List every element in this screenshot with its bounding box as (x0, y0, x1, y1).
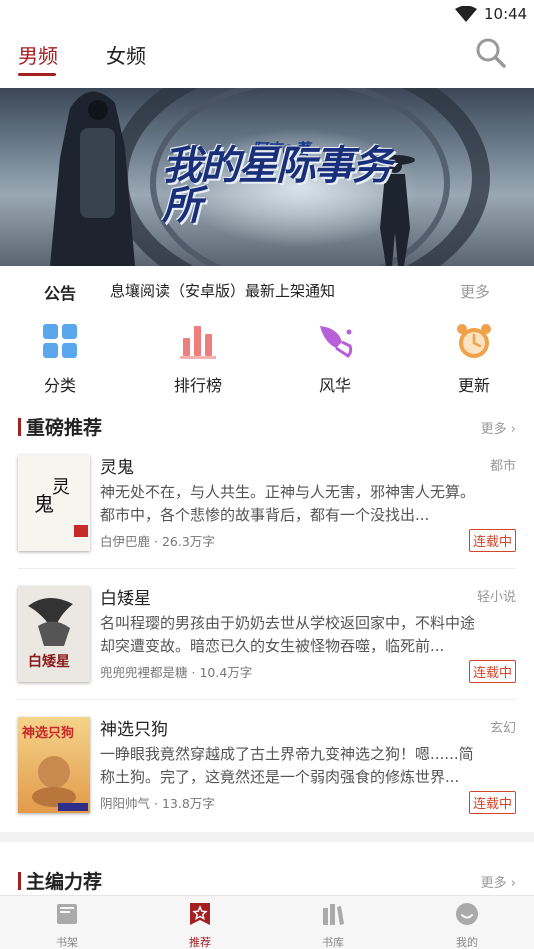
divider (18, 568, 516, 569)
banner-title: 我的星际事务所 (162, 143, 392, 229)
profile-face-icon (456, 903, 478, 925)
book-meta: 阴阳帅气 · 13.8万字 (100, 796, 215, 811)
bottom-nav-profile[interactable]: 我的 (427, 902, 507, 949)
section-title: 重磅推荐 (26, 417, 103, 439)
search-icon[interactable] (474, 36, 508, 70)
bottom-nav: 书架 推荐 书库 我的 (0, 895, 534, 949)
svg-text:灵: 灵 (52, 477, 70, 498)
section-more-link[interactable]: 更多 › (481, 872, 516, 891)
book-item[interactable]: 灵 鬼 灵鬼 都市 神无处不在，与人共生。正神与人无害，邪神害人无算。都市中，各… (0, 455, 534, 585)
section-more-link[interactable]: 更多 › (481, 418, 516, 437)
book-genre: 都市 (489, 459, 516, 474)
quick-nav: 分类 排行榜 风华 更新 (0, 320, 534, 400)
notice-more-link[interactable]: 更多 (460, 281, 490, 302)
status-badge: 连载中 (468, 660, 516, 683)
book-item[interactable]: 神选只狗 神选只狗 玄幻 一睁眼我竟然穿越成了古土界帝九变神选之狗！嗯.....… (0, 717, 534, 847)
divider (18, 699, 516, 700)
tab-female[interactable]: 女频 (106, 40, 146, 69)
bottom-nav-label: 我的 (456, 936, 478, 949)
bottom-nav-bookshelf[interactable]: 书架 (27, 902, 107, 949)
bottom-nav-label: 书架 (56, 936, 78, 949)
book-meta: 兜兜兜裡都是糖 · 10.4万字 (100, 665, 253, 680)
book-cover[interactable]: 灵 鬼 (18, 455, 90, 551)
quick-nav-fenghua[interactable]: 风华 (290, 320, 380, 396)
quick-nav-category[interactable]: 分类 (15, 320, 105, 396)
ranking-bars-icon (180, 326, 216, 359)
quick-nav-label: 风华 (318, 376, 351, 395)
alarm-clock-icon (457, 324, 491, 358)
banner-hooded-figure (50, 91, 135, 266)
book-item[interactable]: 白矮星 白矮星 轻小说 名叫程璎的男孩由于奶奶去世从学校返回家中，不料中途却突遭… (0, 586, 534, 716)
book-cover[interactable]: 白矮星 (18, 586, 90, 682)
quick-nav-update[interactable]: 更新 (429, 320, 519, 396)
tab-male[interactable]: 男频 (18, 40, 58, 69)
notice-text[interactable]: 息壤阅读（安卓版）最新上架通知 (110, 280, 335, 301)
promo-banner[interactable]: 阿吉◎著 我的星际事务所 (0, 88, 534, 266)
book-description: 神无处不在，与人共生。正神与人无害，邪神害人无算。都市中，各个悲惨的故事背后，都… (100, 483, 476, 524)
notice-bar[interactable]: 公告 息壤阅读（安卓版）最新上架通知 更多 (0, 270, 534, 310)
recommend-star-icon (190, 903, 210, 925)
section-accent-bar (18, 872, 21, 890)
book-meta: 白伊巴鹿 · 26.3万字 (100, 534, 215, 549)
bottom-nav-label: 书库 (322, 936, 344, 949)
status-time: 10:44 (484, 5, 528, 23)
quick-nav-label: 排行榜 (173, 376, 222, 395)
book-cover[interactable]: 神选只狗 (18, 717, 90, 813)
wifi-icon (455, 6, 477, 22)
bottom-nav-library[interactable]: 书库 (293, 902, 373, 949)
quick-nav-label: 分类 (43, 376, 76, 395)
book-description: 名叫程璎的男孩由于奶奶去世从学校返回家中，不料中途却突遭变故。暗恋已久的女生被怪… (100, 614, 476, 655)
tab-active-indicator (18, 73, 56, 76)
svg-text:鬼: 鬼 (34, 492, 54, 516)
quick-nav-label: 更新 (457, 376, 490, 395)
library-books-icon (323, 904, 344, 925)
section-editor-header: 主编力荐 更多 › (0, 866, 534, 896)
status-badge: 连载中 (468, 791, 516, 814)
bottom-nav-label: 推荐 (189, 936, 211, 949)
quill-pen-icon (320, 326, 353, 358)
section-title: 主编力荐 (26, 871, 103, 893)
status-badge: 连载中 (468, 529, 516, 552)
top-tabs: 男频 女频 (0, 28, 534, 86)
svg-text:白矮星: 白矮星 (28, 653, 70, 670)
book-description: 一睁眼我竟然穿越成了古土界帝九变神选之狗！嗯......简称土狗。完了，这竟然还… (100, 745, 474, 786)
book-title[interactable]: 灵鬼 (100, 453, 134, 478)
bookshelf-icon (57, 904, 77, 924)
status-bar: 10:44 (0, 0, 534, 28)
section-featured-header: 重磅推荐 更多 › (0, 412, 534, 442)
section-gap (0, 832, 534, 842)
quick-nav-ranking[interactable]: 排行榜 (153, 320, 243, 396)
section-accent-bar (18, 418, 21, 436)
bottom-nav-recommend[interactable]: 推荐 (160, 902, 240, 949)
book-title[interactable]: 神选只狗 (100, 715, 168, 740)
category-grid-icon (43, 324, 77, 358)
book-title[interactable]: 白矮星 (100, 584, 151, 609)
svg-text:神选只狗: 神选只狗 (22, 725, 74, 741)
book-genre: 玄幻 (489, 721, 516, 736)
book-genre: 轻小说 (476, 590, 516, 605)
notice-label: 公告 (44, 284, 77, 303)
